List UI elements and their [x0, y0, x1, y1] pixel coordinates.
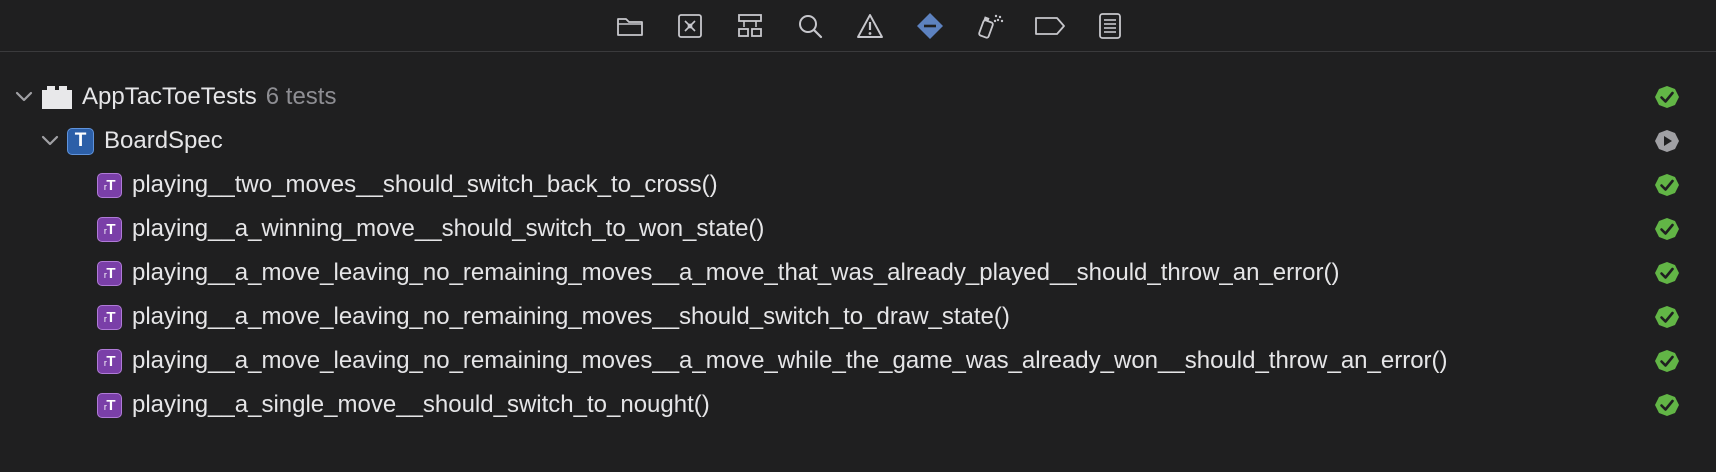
- test-method-icon: rT: [97, 216, 122, 242]
- folder-icon[interactable]: [600, 6, 660, 46]
- test-tree: AppTacToeTests 6 tests T BoardSpec r T p…: [0, 75, 1716, 427]
- search-icon[interactable]: [780, 6, 840, 46]
- method-label: playing__two_moves__should_switch_back_t…: [132, 171, 718, 198]
- test-bundle-row[interactable]: AppTacToeTests 6 tests: [0, 75, 1716, 119]
- test-method-row[interactable]: rT playing__a_single_move__should_switch…: [0, 383, 1716, 427]
- passed-status-icon[interactable]: [1655, 218, 1679, 240]
- test-navigator-icon[interactable]: [900, 6, 960, 46]
- warning-icon[interactable]: [840, 6, 900, 46]
- test-navigator: AppTacToeTests 6 tests T BoardSpec r T p…: [0, 0, 1716, 472]
- chevron-down-icon[interactable]: [39, 130, 61, 152]
- passed-status-icon[interactable]: [1655, 394, 1679, 416]
- test-class-icon: T: [67, 127, 94, 155]
- breakpoint-icon[interactable]: [1020, 6, 1080, 46]
- test-class-row[interactable]: T BoardSpec: [0, 119, 1716, 163]
- report-icon[interactable]: [1080, 6, 1140, 46]
- passed-status-icon[interactable]: [1655, 86, 1679, 108]
- passed-status-icon[interactable]: [1655, 350, 1679, 372]
- method-label: playing__a_winning_move__should_switch_t…: [132, 215, 765, 242]
- method-label: playing__a_move_leaving_no_remaining_mov…: [132, 303, 1010, 330]
- test-method-icon: rT: [97, 260, 122, 286]
- method-label: playing__a_single_move__should_switch_to…: [132, 391, 710, 418]
- test-method-row[interactable]: rT playing__two_moves__should_switch_bac…: [0, 163, 1716, 207]
- passed-status-icon[interactable]: [1655, 174, 1679, 196]
- test-method-icon: rT: [97, 392, 122, 418]
- test-method-icon: rT: [97, 172, 122, 198]
- class-label: BoardSpec: [104, 127, 223, 154]
- hierarchy-icon[interactable]: [720, 6, 780, 46]
- chevron-down-icon[interactable]: [13, 86, 35, 108]
- test-count: 6 tests: [265, 83, 337, 110]
- test-method-row[interactable]: rT playing__a_move_leaving_no_remaining_…: [0, 295, 1716, 339]
- source-control-icon[interactable]: [660, 6, 720, 46]
- debug-icon[interactable]: [960, 6, 1020, 46]
- passed-status-icon[interactable]: [1655, 262, 1679, 284]
- method-label: playing__a_move_leaving_no_remaining_mov…: [132, 259, 1340, 286]
- method-label: playing__a_move_leaving_no_remaining_mov…: [132, 347, 1448, 374]
- test-method-row[interactable]: rT playing__a_move_leaving_no_remaining_…: [0, 251, 1716, 295]
- bundle-label: AppTacToeTests: [82, 83, 257, 110]
- test-bundle-icon: [41, 84, 73, 110]
- navigator-toolbar: [0, 0, 1716, 52]
- test-method-icon: rT: [97, 304, 122, 330]
- run-test-icon[interactable]: [1655, 130, 1679, 152]
- test-method-icon: rT: [97, 348, 122, 374]
- test-method-row[interactable]: rT playing__a_winning_move__should_switc…: [0, 207, 1716, 251]
- test-method-row[interactable]: rT playing__a_move_leaving_no_remaining_…: [0, 339, 1716, 383]
- passed-status-icon[interactable]: [1655, 306, 1679, 328]
